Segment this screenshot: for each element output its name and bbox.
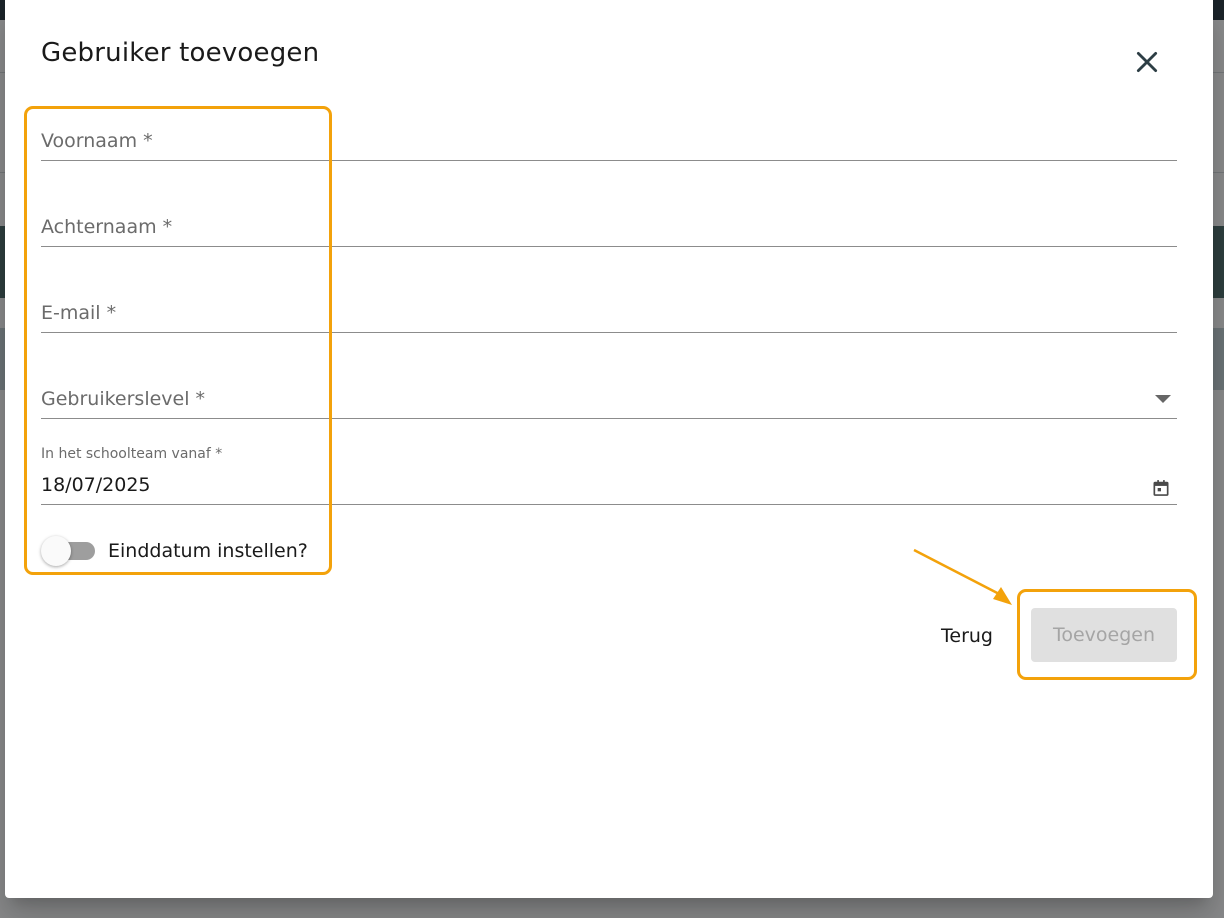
first-name-field[interactable]: Voornaam * [41,108,1177,161]
dialog-title: Gebruiker toevoegen [41,38,320,68]
start-date-value: 18/07/2025 [41,474,151,496]
email-field[interactable]: E-mail * [41,280,1177,333]
first-name-label: Voornaam * [41,130,153,152]
chevron-down-icon [1155,395,1171,403]
last-name-field[interactable]: Achternaam * [41,194,1177,247]
last-name-label: Achternaam * [41,216,173,238]
email-label: E-mail * [41,302,117,324]
back-button[interactable]: Terug [921,609,1013,663]
toggle-thumb [41,536,71,566]
start-date-label: In het schoolteam vanaf * [41,446,223,462]
start-date-field[interactable]: In het schoolteam vanaf * 18/07/2025 [41,446,1177,505]
close-button[interactable] [1129,44,1165,80]
user-level-select[interactable]: Gebruikerslevel * [41,366,1177,419]
add-button[interactable]: Toevoegen [1031,608,1177,662]
end-date-toggle-row: Einddatum instellen? [41,536,308,566]
close-icon [1136,51,1158,73]
end-date-toggle-label[interactable]: Einddatum instellen? [108,540,308,562]
user-level-label: Gebruikerslevel * [41,388,206,410]
end-date-toggle[interactable] [41,536,97,566]
calendar-icon[interactable] [1151,478,1171,498]
add-user-dialog: Gebruiker toevoegen Voornaam * Achternaa… [5,0,1213,898]
